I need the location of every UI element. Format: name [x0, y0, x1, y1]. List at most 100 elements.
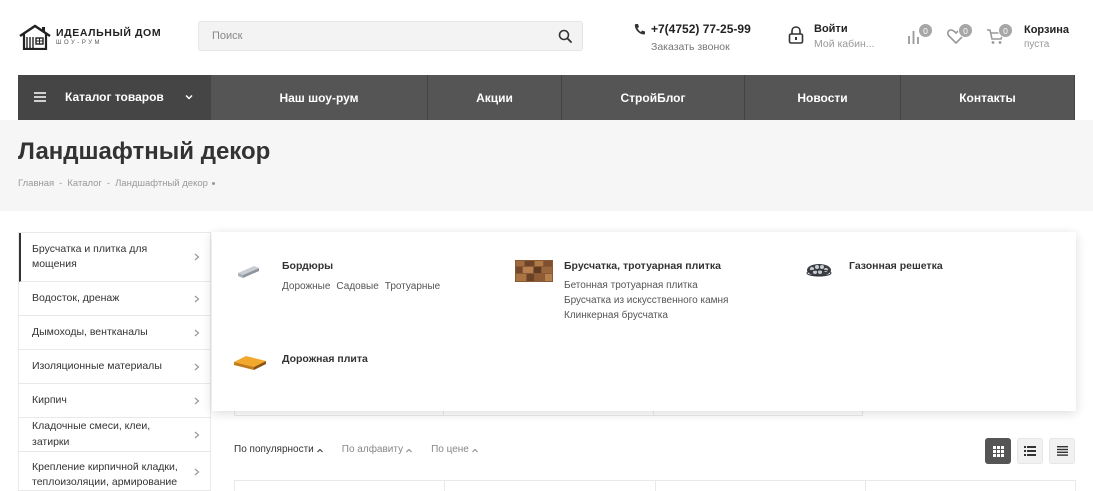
burger-menu-icon — [34, 92, 46, 102]
logo[interactable]: ИДЕАЛЬНЫЙ ДОМ ШОУ-РУМ — [18, 24, 168, 50]
view-grid-button[interactable] — [985, 438, 1011, 464]
sidebar-item-label: Водосток, дренаж — [32, 291, 120, 304]
sidebar-item-label: Кладочные смеси, клеи, затирки — [32, 420, 151, 448]
cart-count-badge: 0 — [998, 23, 1013, 38]
sidebar-item-label: Кирпич — [32, 393, 67, 406]
cart-summary[interactable]: Корзина пуста — [1024, 24, 1069, 50]
search-bar — [198, 21, 583, 51]
sidebar-item-insulation[interactable]: Изоляционные материалы — [19, 350, 210, 384]
chevron-up-icon — [472, 448, 478, 453]
chevron-right-icon — [194, 295, 200, 302]
chevron-down-icon — [185, 94, 193, 100]
sidebar-item-label: Крепление кирпичной кладки, теплоизоляци… — [32, 461, 178, 489]
chevron-up-icon — [406, 448, 412, 453]
grid-divider — [443, 411, 444, 415]
chevron-right-icon — [194, 329, 200, 336]
grid-view-icon — [992, 445, 1004, 457]
cart-title: Корзина — [1024, 24, 1069, 36]
chevron-up-icon — [316, 448, 323, 453]
view-list-button[interactable] — [1017, 438, 1043, 464]
nav-item-promotions[interactable]: Акции — [428, 75, 562, 120]
view-table-button[interactable] — [1049, 438, 1075, 464]
phone-link[interactable]: +7(4752) 77-25-99 — [634, 22, 751, 36]
callback-link[interactable]: Заказать звонок — [634, 41, 751, 53]
search-icon[interactable] — [558, 29, 572, 43]
sort-option-label: По популярности — [234, 444, 314, 455]
login-title: Войти — [814, 23, 848, 35]
sidebar-item-label: Брусчатка и плитка для мощения — [32, 242, 148, 270]
login-block[interactable]: Войти Мой кабин... — [788, 23, 888, 53]
submenu-category-title[interactable]: Брусчатка, тротуарная плитка — [564, 260, 721, 272]
sidebar-item-label: Изоляционные материалы — [32, 359, 162, 372]
site-header: ИДЕАЛЬНЫЙ ДОМ ШОУ-РУМ +7(4752) 77-25-99 … — [0, 0, 1093, 75]
main-nav: Каталог товаров Наш шоу-рум Акции СтройБ… — [18, 75, 1075, 120]
sort-option-label: По алфавиту — [341, 444, 404, 455]
sidebar-item-brick[interactable]: Кирпич — [19, 384, 210, 418]
chevron-right-icon — [194, 468, 200, 476]
chevron-right-icon — [194, 253, 200, 261]
submenu-category-title[interactable]: Дорожная плита — [282, 353, 368, 365]
page-title: Ландшафтный декор — [18, 138, 271, 165]
chevron-right-icon — [194, 397, 200, 404]
compare-button[interactable]: 0 — [906, 23, 933, 46]
grid-divider — [1075, 481, 1076, 491]
phone-block: +7(4752) 77-25-99 Заказать звонок — [634, 22, 751, 53]
breadcrumb-separator: - — [106, 178, 111, 189]
submenu-category-title[interactable]: Бордюры — [282, 260, 333, 272]
submenu-sublinks: Дорожные Садовые Тротуарные — [282, 281, 440, 292]
breadcrumb-home[interactable]: Главная — [18, 178, 54, 189]
breadcrumb-separator: - — [59, 178, 63, 189]
sidebar-item-drainage[interactable]: Водосток, дренаж — [19, 282, 210, 316]
sort-by-popularity[interactable]: По популярности — [234, 444, 323, 455]
submenu-link[interactable]: Брусчатка из искусственного камня — [564, 295, 728, 306]
road-slab-thumbnail[interactable] — [232, 353, 272, 379]
grid-divider — [444, 481, 445, 491]
grid-divider — [653, 411, 654, 415]
submenu-link[interactable]: Садовые — [336, 281, 378, 292]
nav-item-showroom[interactable]: Наш шоу-рум — [211, 75, 428, 120]
category-sidebar: Брусчатка и плитка для мощения Водосток,… — [18, 232, 211, 491]
product-grid-top — [234, 480, 1076, 491]
chevron-right-icon — [194, 363, 200, 370]
table-view-icon — [1056, 446, 1068, 456]
sort-bar: По популярности По алфавиту По цене — [234, 444, 497, 455]
nav-item-contacts[interactable]: Контакты — [901, 75, 1075, 120]
chevron-right-icon — [194, 431, 200, 438]
submenu-panel: Бордюры Дорожные Садовые Тротуарные Брус… — [212, 232, 1076, 411]
submenu-link[interactable]: Клинкерная брусчатка — [564, 310, 668, 321]
product-grid-edge — [234, 411, 863, 416]
catalog-menu-label: Каталог товаров — [65, 90, 164, 104]
sidebar-item-fasteners[interactable]: Крепление кирпичной кладки, теплоизоляци… — [19, 452, 210, 491]
sidebar-item-paving[interactable]: Брусчатка и плитка для мощения — [19, 233, 210, 282]
grid-divider — [865, 481, 866, 491]
sort-option-label: По цене — [431, 444, 469, 455]
login-subtitle: Мой кабин... — [814, 38, 875, 50]
catalog-menu-button[interactable]: Каталог товаров — [18, 75, 211, 120]
submenu-link[interactable]: Тротуарные — [385, 281, 440, 292]
cart-button[interactable]: 0 — [986, 23, 1013, 46]
curbs-thumbnail[interactable] — [232, 260, 272, 286]
nav-item-blog[interactable]: СтройБлог — [562, 75, 745, 120]
submenu-link[interactable]: Бетонная тротуарная плитка — [564, 280, 698, 291]
sort-by-alphabet[interactable]: По алфавиту — [342, 444, 412, 455]
nav-item-news[interactable]: Новости — [745, 75, 901, 120]
favorites-button[interactable]: 0 — [946, 23, 973, 46]
sidebar-item-mortars[interactable]: Кладочные смеси, клеи, затирки — [19, 418, 210, 452]
favorites-count-badge: 0 — [958, 23, 973, 38]
sidebar-item-label: Дымоходы, вентканалы — [32, 325, 148, 338]
compare-count-badge: 0 — [918, 23, 933, 38]
house-logo-icon — [19, 24, 51, 50]
submenu-link[interactable]: Дорожные — [282, 281, 330, 292]
cart-status: пуста — [1024, 39, 1050, 50]
list-view-icon — [1024, 446, 1036, 456]
submenu-category-title[interactable]: Газонная решетка — [849, 260, 943, 272]
logo-subtitle: ШОУ-РУМ — [56, 40, 103, 47]
grid-divider — [655, 481, 656, 491]
lawn-grid-thumbnail[interactable] — [799, 260, 839, 286]
breadcrumb-catalog[interactable]: Каталог — [67, 178, 102, 189]
sidebar-item-chimneys[interactable]: Дымоходы, вентканалы — [19, 316, 210, 350]
logo-title: ИДЕАЛЬНЫЙ ДОМ — [56, 26, 162, 39]
paving-thumbnail[interactable] — [514, 260, 554, 286]
sort-by-price[interactable]: По цене — [431, 444, 478, 455]
search-input[interactable] — [199, 22, 549, 50]
